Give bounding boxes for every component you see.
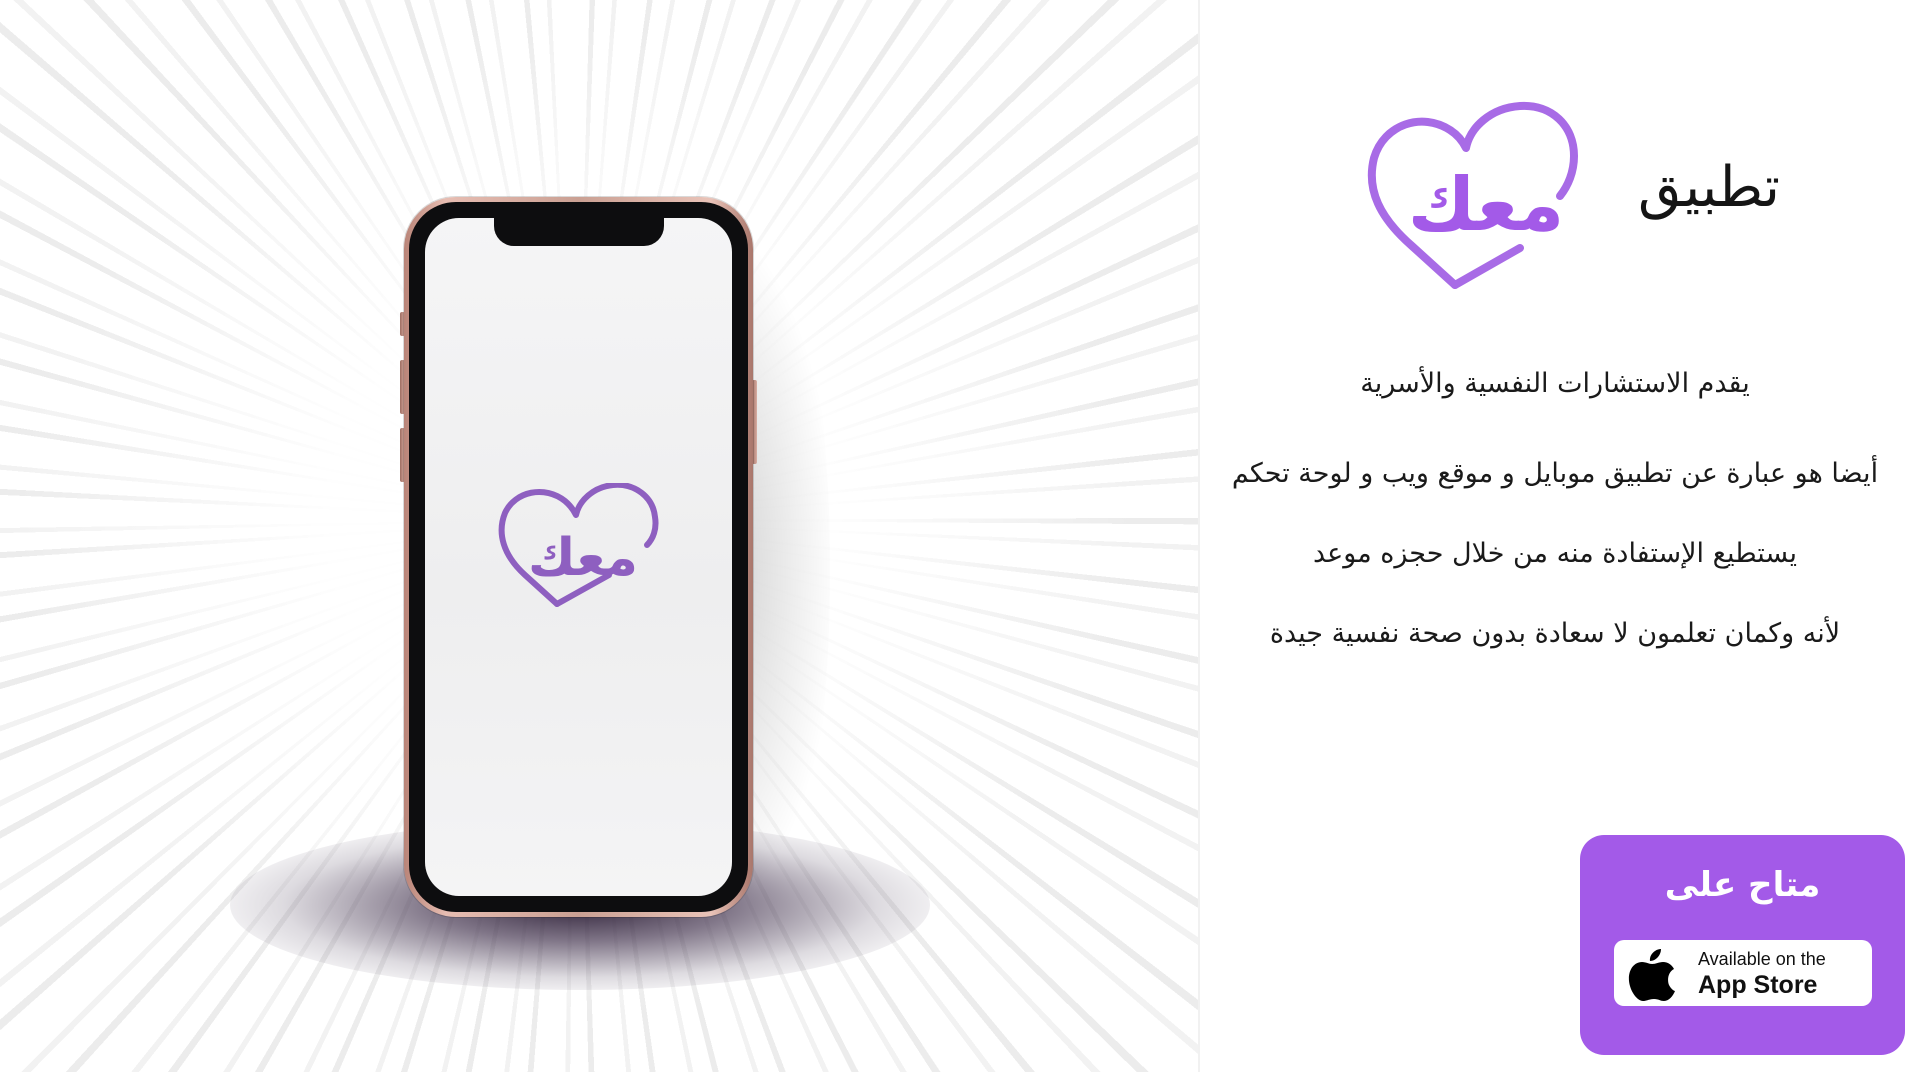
brand-heart-logo: معك (1367, 101, 1578, 289)
availability-card: متاح على Available on the App Store (1580, 835, 1905, 1055)
phone-showcase: معك (0, 0, 1200, 1072)
phone-notch (493, 218, 664, 246)
store-badge-big-text: App Store (1698, 971, 1818, 999)
description-line: أيضا هو عبارة عن تطبيق موبايل و موقع ويب… (1231, 458, 1879, 489)
splash-heart-logo: معك (498, 483, 659, 607)
content-panel: معك تطبيق يقدم الاستشارات النفسية والأسر… (1200, 0, 1920, 1072)
brand-header: معك تطبيق (1360, 100, 1780, 300)
phone-bezel: معك (409, 202, 748, 912)
app-store-badge[interactable]: Available on the App Store (1614, 940, 1872, 1006)
app-promo-page: معك معك تطبيق يقدم الاستشارات النفسية وا… (0, 0, 1920, 1072)
phone-screen: معك (425, 218, 732, 896)
splash-logo-text: معك (528, 528, 638, 588)
apple-logo-icon (1628, 949, 1675, 1001)
store-badge-small-text: Available on the (1698, 949, 1826, 969)
brand-heart-tail (1451, 244, 1524, 289)
description-line: يستطيع الإستفادة منه من خلال حجزه موعد (1312, 538, 1797, 569)
availability-title: متاح على (1664, 865, 1821, 905)
brand-prefix: تطبيق (1637, 155, 1780, 220)
description-line: لأنه وكمان تعلمون لا سعادة بدون صحة نفسي… (1269, 618, 1841, 649)
phone-mockup: معك (404, 197, 753, 917)
description-line: يقدم الاستشارات النفسية والأسرية (1360, 368, 1750, 399)
brand-logo-text: معك (1408, 162, 1565, 248)
